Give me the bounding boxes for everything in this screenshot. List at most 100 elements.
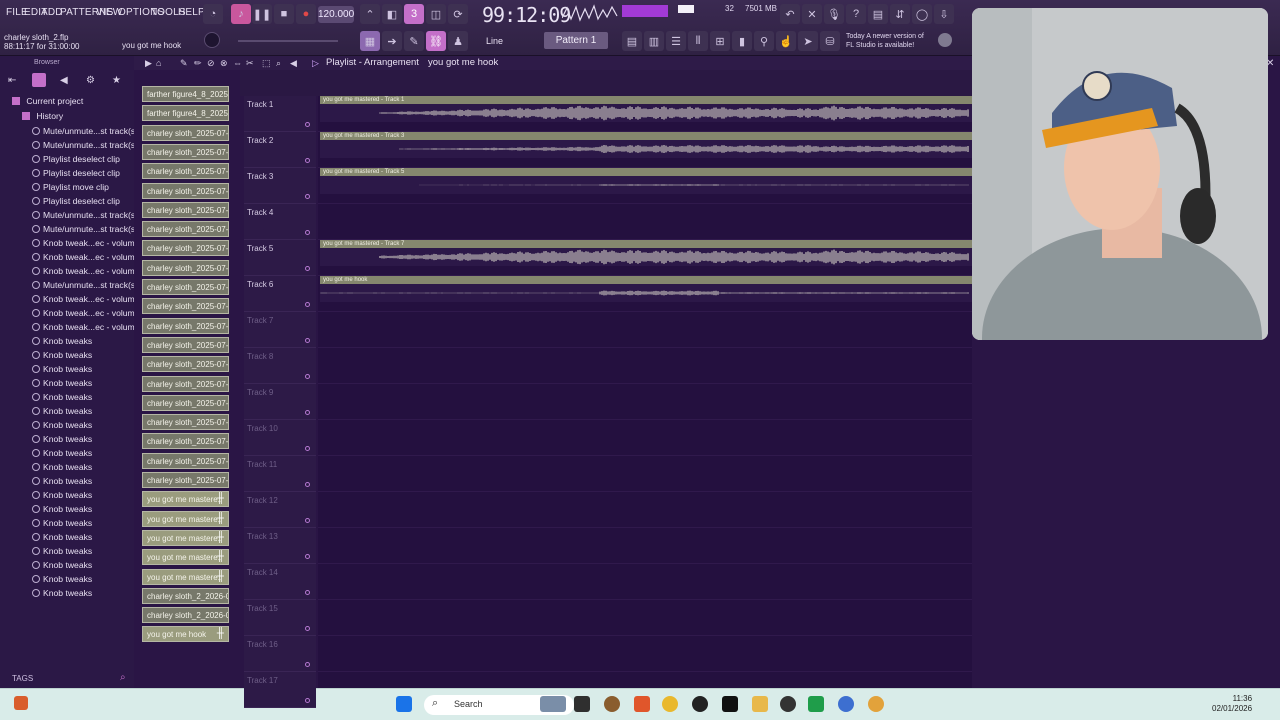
history-item[interactable]: Playlist deselect clip [0,154,134,168]
track-lane[interactable] [318,420,972,456]
track-mute-icon[interactable] [305,194,310,199]
mic-icon[interactable]: 🎙 [824,4,844,24]
clip-source-item[interactable]: farther figure4_8_2025- [142,86,229,102]
file-icon[interactable]: ▮ [732,31,752,51]
clip-source-item[interactable]: you got me mastere.. ╫ [142,549,229,566]
playlist-menu-icon[interactable]: ▶ [145,58,152,69]
select-tool-icon[interactable]: ⬚ [262,58,271,69]
blend-icon[interactable]: ◫ [426,4,446,24]
history-item[interactable]: Knob tweak...ec - volume [0,294,134,308]
snap-magnet-icon[interactable]: ⌂ [156,58,161,68]
track-mute-icon[interactable] [305,446,310,451]
master-volume-knob[interactable] [204,32,220,48]
countdown-button[interactable]: 3 [404,4,424,24]
clip-source-item[interactable]: charley sloth_2025-07-1.. [142,452,229,469]
app-icon-1[interactable] [604,696,620,712]
chat-icon[interactable]: ◯ [912,4,932,24]
clip-move-icon[interactable]: ╫ [217,532,224,543]
track-header[interactable]: Track 16 [244,636,316,672]
link-icon[interactable]: ⛓ [426,31,446,51]
audio-clip[interactable]: you got me mastered - Track 5 [320,168,972,194]
history-item[interactable]: Playlist move clip [0,182,134,196]
globe-icon[interactable] [938,33,952,47]
history-item[interactable]: Mute/unmute...st track(s) [0,140,134,154]
clip-source-item[interactable]: charley sloth_2025-07-1.. [142,375,229,392]
search-icon[interactable]: ⌕ [120,672,126,683]
clip-source-item[interactable]: you got me mastere.. ╫ [142,491,229,508]
menu-help[interactable]: HELP [178,7,205,18]
history-item[interactable]: Knob tweaks [0,378,134,392]
clip-source-item[interactable]: charley sloth_2025-07-1.. [142,163,229,180]
arrangement-icon[interactable]: ▷ [312,58,319,69]
folder-icon[interactable] [752,696,768,712]
history-item[interactable]: Knob tweak...ec - volume [0,266,134,280]
graph-icon[interactable]: ⊞ [710,31,730,51]
master-pitch-slider[interactable] [238,40,338,42]
history-item[interactable]: Knob tweaks [0,518,134,532]
clip-source-item[interactable]: you got me mastere.. ╫ [142,529,229,546]
track-header[interactable]: Track 8 [244,348,316,384]
pattern-selector[interactable]: Pattern 1 [544,32,608,49]
track-header[interactable]: Track 7 [244,312,316,348]
clip-source-item[interactable]: charley sloth_2025-07-1.. [142,201,229,218]
tiktok-icon[interactable] [722,696,738,712]
history-item[interactable]: Knob tweaks [0,420,134,434]
track-mute-icon[interactable] [305,482,310,487]
clip-source-item[interactable]: charley sloth_2025-07-1.. [142,143,229,160]
clip-source-item[interactable]: charley sloth_2025-07-1.. [142,124,229,141]
playlist-icon[interactable]: ▦ [360,31,380,51]
track-mute-icon[interactable] [305,122,310,127]
history-item[interactable]: Knob tweaks [0,336,134,350]
touch-icon[interactable]: ☝ [776,31,796,51]
history-item[interactable]: Knob tweaks [0,504,134,518]
pencil-icon[interactable]: ✎ [404,31,424,51]
app-icon-4[interactable] [838,696,854,712]
history-item[interactable]: Knob tweaks [0,532,134,546]
channel-rack-icon[interactable]: ▤ [622,31,642,51]
track-mute-icon[interactable] [305,158,310,163]
track-lane[interactable] [318,528,972,564]
track-lane[interactable] [318,564,972,600]
history-item[interactable]: Knob tweak...ec - volume [0,238,134,252]
track-header[interactable]: Track 9 [244,384,316,420]
undo-icon[interactable]: ↶ [780,4,800,24]
metronome-icon[interactable]: ◔ [203,4,223,24]
track-lane[interactable] [318,204,972,240]
audio-clip[interactable]: you got me mastered - Track 7 [320,240,972,266]
fl-studio-icon[interactable] [868,696,884,712]
news-panel[interactable]: Today A newer version of FL Studio is av… [846,32,924,50]
track-lane[interactable]: you got me mastered - Track 5 [318,168,972,204]
clip-move-icon[interactable]: ╫ [217,628,224,639]
track-header[interactable]: Track 13 [244,528,316,564]
history-item[interactable]: Knob tweaks [0,406,134,420]
history-item[interactable]: Knob tweak...ec - volume [0,322,134,336]
track-mute-icon[interactable] [305,590,310,595]
history-item[interactable]: Mute/unmute...st track(s) [0,210,134,224]
current-project-icon[interactable] [32,73,46,87]
history-item[interactable]: Knob tweak...ec - volume [0,308,134,322]
track-mute-icon[interactable] [305,662,310,667]
track-header[interactable]: Track 15 [244,600,316,636]
history-item[interactable]: Knob tweaks [0,588,134,602]
track-header[interactable]: Track 6 [244,276,316,312]
track-header[interactable]: Track 4 [244,204,316,240]
plugin-filter-icon[interactable]: ◀ [60,75,68,86]
history-item[interactable]: Mute/unmute...st track(s) [0,126,134,140]
history-item[interactable]: Knob tweaks [0,462,134,476]
track-lane[interactable] [318,492,972,528]
track-header[interactable]: Track 12 [244,492,316,528]
track-lane[interactable] [318,456,972,492]
history-item[interactable]: Knob tweaks [0,448,134,462]
step-seq-icon[interactable]: ⫴ [688,31,708,51]
history-item[interactable]: Knob tweak...ec - volume [0,252,134,266]
song-position-display[interactable]: 99:12:09 [482,3,571,27]
audio-clip[interactable]: you got me hook [320,276,972,302]
slice-tool-icon[interactable]: ✂ [246,58,254,69]
track-header[interactable]: Track 14 [244,564,316,600]
slip-tool-icon[interactable]: ⇔ [233,58,242,68]
track-lane[interactable] [318,312,972,348]
history-item[interactable]: Knob tweaks [0,350,134,364]
clip-source-item[interactable]: charley sloth_2025-07-1.. [142,298,229,315]
clip-source-item[interactable]: charley sloth_2025-07-1.. [142,221,229,238]
history-item[interactable]: Knob tweaks [0,560,134,574]
